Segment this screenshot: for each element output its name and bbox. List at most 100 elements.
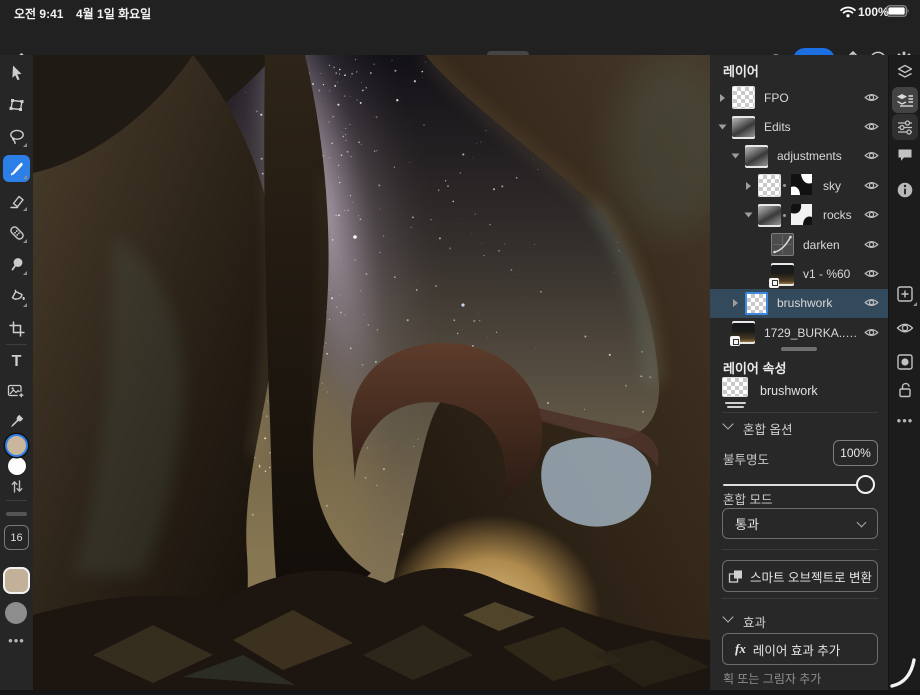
- crop-tool[interactable]: [3, 315, 30, 342]
- tool-options-more-button[interactable]: •••: [0, 633, 33, 648]
- layer-name: sky: [823, 179, 858, 193]
- dropdown-chevron-icon: [857, 517, 867, 527]
- blend-mode-label: 혼합 모드: [723, 489, 772, 508]
- convert-smart-object-button[interactable]: 스마트 오브젝트로 변환: [722, 560, 878, 592]
- smart-object-badge: [769, 278, 779, 288]
- layer-row[interactable]: sky: [710, 171, 888, 200]
- type-tool[interactable]: T: [3, 348, 30, 375]
- layer-row[interactable]: rocks: [710, 201, 888, 230]
- layer-visibility-eye-icon[interactable]: [864, 295, 880, 311]
- layer-row[interactable]: adjustments: [710, 142, 888, 171]
- eyedropper-tool[interactable]: [3, 407, 30, 434]
- lock-layer-button[interactable]: [892, 377, 918, 403]
- swap-colors-button[interactable]: [3, 476, 30, 496]
- layer-mask-thumbnail: [791, 204, 814, 227]
- adjustments-button[interactable]: [892, 114, 918, 140]
- effects-header[interactable]: 효과: [743, 612, 766, 631]
- layer-visibility-eye-icon[interactable]: [864, 237, 880, 253]
- layer-visibility-eye-icon[interactable]: [864, 178, 880, 194]
- layers-compact-view-button[interactable]: [892, 59, 918, 85]
- layer-row[interactable]: 1729_BURKA...anced-NR33: [710, 318, 888, 347]
- layer-expand-arrow[interactable]: [720, 94, 725, 102]
- eraser-tool[interactable]: [3, 187, 30, 214]
- place-photo-tool[interactable]: [3, 377, 30, 404]
- layer-visibility-eye-icon[interactable]: [864, 207, 880, 223]
- layers-detail-view-button[interactable]: [892, 87, 918, 113]
- layer-name: adjustments: [777, 149, 858, 163]
- brush-opacity-chip[interactable]: [5, 602, 27, 624]
- selected-layer-name: brushwork: [760, 384, 818, 398]
- layer-thumbnail: [732, 116, 755, 139]
- brush-color-chip[interactable]: [3, 567, 30, 594]
- opacity-slider[interactable]: [723, 484, 867, 486]
- layer-expand-arrow[interactable]: [719, 125, 727, 130]
- options-drag-handle[interactable]: [6, 512, 27, 516]
- divider: [722, 549, 878, 550]
- layer-visibility-eye-icon[interactable]: [864, 325, 880, 341]
- layer-more-options-button[interactable]: •••: [892, 407, 918, 433]
- add-layer-effect-button[interactable]: fx 레이어 효과 추가: [722, 633, 878, 665]
- layer-name: 1729_BURKA...anced-NR33: [764, 326, 858, 340]
- layer-visibility-eye-icon[interactable]: [864, 119, 880, 135]
- layer-row[interactable]: Edits: [710, 112, 888, 141]
- layer-mask-button[interactable]: [892, 349, 918, 375]
- layer-name: v1 - %60: [803, 267, 858, 281]
- blend-options-header[interactable]: 혼합 옵션: [743, 419, 792, 438]
- add-layer-button[interactable]: [892, 281, 918, 307]
- opacity-slider-knob[interactable]: [856, 475, 875, 494]
- healing-brush-tool[interactable]: [3, 219, 30, 246]
- effects-collapse-icon[interactable]: [722, 611, 733, 622]
- comments-button[interactable]: [892, 142, 918, 168]
- layer-thumbnail: [745, 292, 768, 315]
- layer-expand-arrow[interactable]: [732, 154, 740, 159]
- effect-hint-text: 획 또는 그림자 추가: [723, 670, 821, 687]
- layer-row[interactable]: FPO: [710, 83, 888, 112]
- clone-stamp-tool[interactable]: [3, 251, 30, 278]
- divider: [722, 598, 878, 599]
- blend-mode-dropdown[interactable]: 통과: [722, 508, 878, 539]
- layer-row[interactable]: brushwork: [710, 289, 888, 318]
- layer-thumbnail: [758, 204, 781, 227]
- taskbar: •••: [888, 55, 920, 690]
- panel-resize-handle[interactable]: [781, 347, 817, 351]
- layer-visibility-eye-icon[interactable]: [864, 266, 880, 282]
- brush-size-field[interactable]: 16: [4, 525, 29, 550]
- fill-tool[interactable]: [3, 283, 30, 310]
- layer-name: brushwork: [777, 296, 858, 310]
- layers-panel: 레이어 FPOEditsadjustmentsskyrocksdarkenv1 …: [710, 55, 888, 690]
- corner-gesture-arc: [876, 648, 920, 690]
- lasso-tool[interactable]: [3, 123, 30, 150]
- wifi-icon: [840, 6, 856, 18]
- opacity-value-field[interactable]: 100%: [833, 440, 878, 466]
- layer-visibility-button[interactable]: [892, 315, 918, 341]
- info-button[interactable]: [892, 177, 918, 203]
- brush-tool[interactable]: [3, 155, 30, 182]
- layer-list: FPO Edits adjustments sky rocksdarken v1 - %6…: [710, 83, 888, 348]
- mask-link-dot: [783, 184, 786, 187]
- layer-row[interactable]: v1 - %60: [710, 259, 888, 288]
- blend-options-collapse-icon[interactable]: [722, 418, 733, 429]
- battery-icon: [886, 5, 910, 17]
- layer-expand-arrow[interactable]: [746, 182, 751, 190]
- layer-name: Edits: [764, 120, 858, 134]
- transform-tool[interactable]: [3, 91, 30, 118]
- background-color-swatch[interactable]: [7, 456, 27, 476]
- layer-expand-arrow[interactable]: [745, 213, 753, 218]
- layer-row[interactable]: darken: [710, 230, 888, 259]
- smart-object-badge: [730, 336, 740, 346]
- top-bars: 오전 9:41 4월 1일 화요일 100% Starry_Canyon * 3…: [0, 0, 920, 55]
- smart-object-icon: [728, 569, 743, 584]
- layer-expand-arrow[interactable]: [733, 299, 738, 307]
- layer-mask-thumbnail: [791, 174, 814, 197]
- divider: [722, 412, 878, 413]
- layer-name: FPO: [764, 91, 858, 105]
- layer-visibility-eye-icon[interactable]: [864, 148, 880, 164]
- toolbar-divider: [6, 344, 27, 345]
- battery-percent: 100%: [858, 5, 889, 19]
- properties-panel-title: 레이어 속성: [723, 358, 786, 377]
- move-tool[interactable]: [3, 59, 30, 86]
- layer-visibility-eye-icon[interactable]: [864, 90, 880, 106]
- canvas-artwork[interactable]: [33, 55, 710, 690]
- layer-thumbnail: [732, 321, 755, 344]
- foreground-color-swatch[interactable]: [5, 434, 28, 457]
